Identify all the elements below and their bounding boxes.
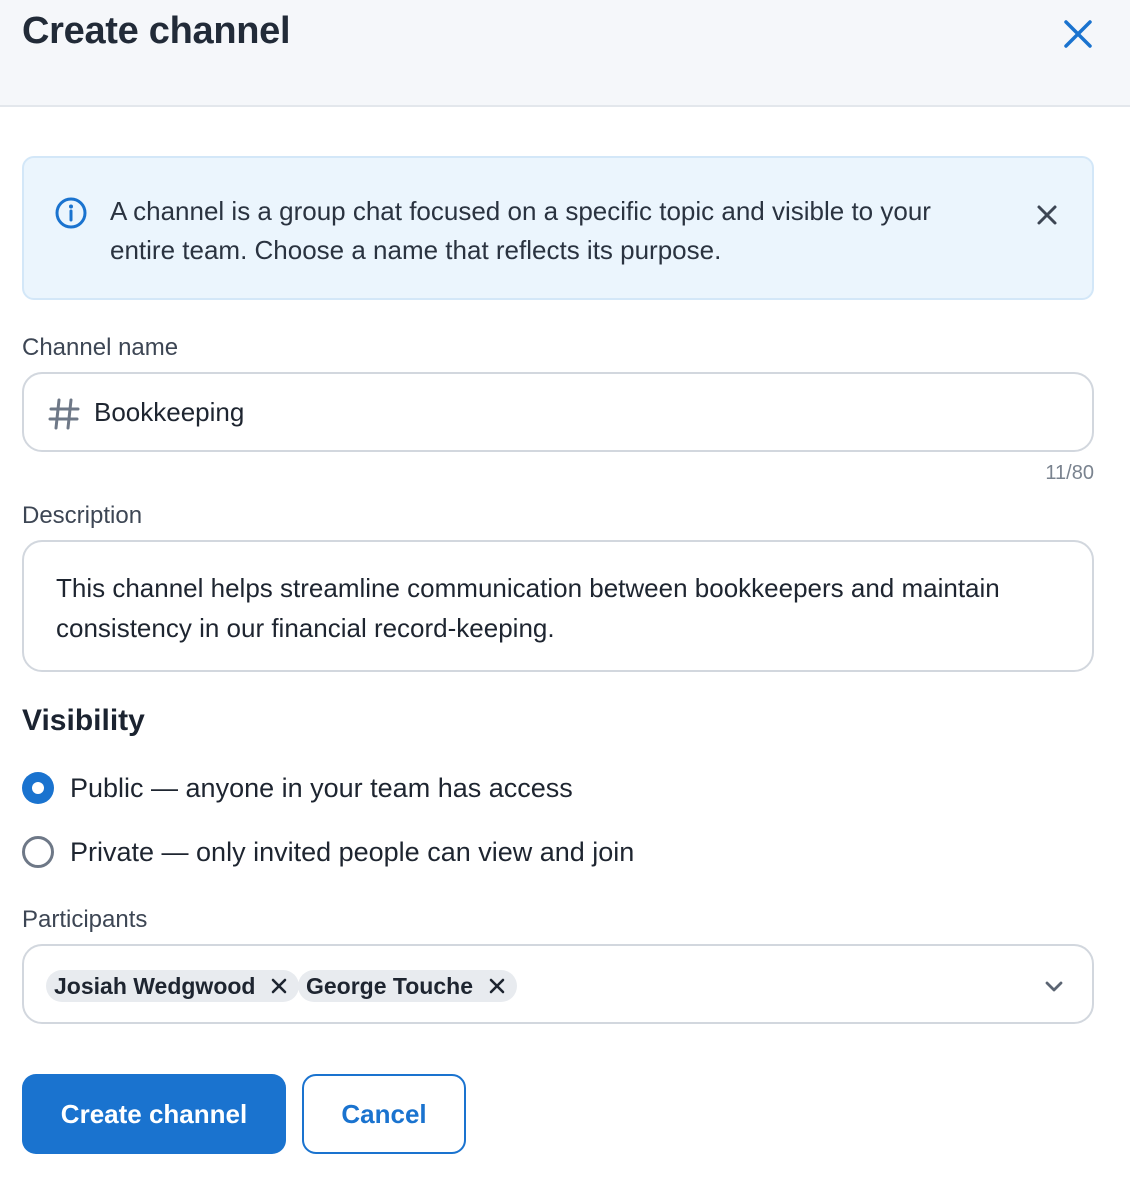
visibility-option-private[interactable]: Private — only invited people can view a… [22,832,634,872]
participants-select[interactable]: Josiah Wedgwood George Touche [22,944,1094,1024]
cancel-button[interactable]: Cancel [302,1074,466,1154]
channel-name-label: Channel name [22,334,179,361]
participants-label: Participants [22,906,148,933]
character-counter: 11/80 [1045,462,1094,484]
description-text[interactable]: This channel helps streamline communicat… [56,568,1056,648]
radio-button-checked[interactable] [22,772,54,804]
description-label: Description [22,502,143,529]
close-icon [1037,205,1057,225]
info-banner: A channel is a group chat focused on a s… [22,156,1094,300]
participant-name: George Touche [306,972,473,999]
remove-participant-icon[interactable] [487,976,507,996]
channel-name-field[interactable] [22,372,1094,452]
channel-name-input[interactable] [94,388,1054,436]
participant-chip: Josiah Wedgwood [46,970,300,1002]
info-icon [55,197,87,229]
remove-participant-icon[interactable] [269,976,289,996]
visibility-option-label: Private — only invited people can view a… [70,836,635,867]
dismiss-banner-button[interactable] [1032,200,1062,230]
radio-button-unchecked[interactable] [22,836,54,868]
hash-icon [48,398,80,430]
create-channel-button[interactable]: Create channel [22,1074,286,1154]
dialog-title: Create channel [22,10,291,52]
participant-name: Josiah Wedgwood [54,972,256,999]
close-dialog-button[interactable] [1058,14,1098,54]
close-icon [1064,20,1092,48]
visibility-option-label: Public — anyone in your team has access [70,772,573,803]
description-field[interactable]: This channel helps streamline communicat… [22,540,1094,672]
dialog-header: Create channel [0,0,1130,107]
banner-message: A channel is a group chat focused on a s… [110,196,931,265]
visibility-option-public[interactable]: Public — anyone in your team has access [22,768,573,808]
visibility-title: Visibility [22,704,145,737]
chevron-down-icon[interactable] [1042,974,1066,998]
participant-chip: George Touche [298,970,517,1002]
